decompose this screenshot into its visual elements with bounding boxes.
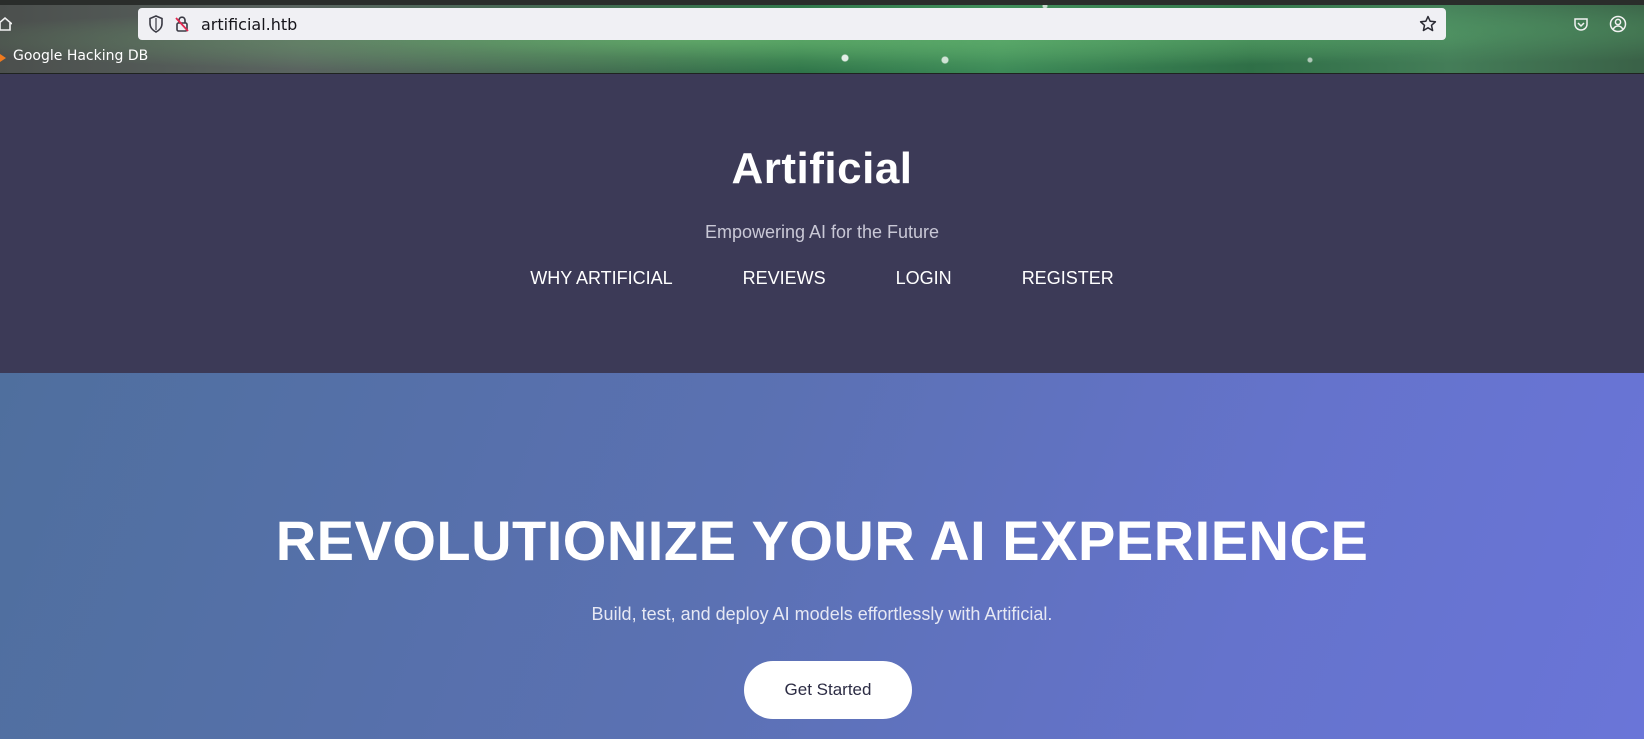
url-text[interactable]: artificial.htb: [201, 15, 297, 34]
pocket-icon[interactable]: [1570, 13, 1592, 35]
site-logo-text[interactable]: Artificial: [0, 144, 1644, 194]
nav-register[interactable]: REGISTER: [1022, 268, 1114, 289]
nav-login[interactable]: LOGIN: [896, 268, 952, 289]
site-header: Artificial Empowering AI for the Future …: [0, 74, 1644, 373]
account-icon[interactable]: [1607, 13, 1629, 35]
address-bar[interactable]: artificial.htb: [138, 8, 1446, 40]
hero-section: REVOLUTIONIZE YOUR AI EXPERIENCE Build, …: [0, 373, 1644, 739]
toolbar-top-border: [0, 0, 1644, 5]
main-nav: WHY ARTIFICIAL REVIEWS LOGIN REGISTER: [0, 268, 1644, 289]
flame-icon: [0, 49, 10, 63]
nav-why-artificial[interactable]: WHY ARTIFICIAL: [530, 268, 672, 289]
insecure-lock-icon[interactable]: [173, 15, 191, 33]
bookmark-google-hacking-db[interactable]: Google Hacking DB: [0, 48, 148, 64]
bookmark-label: Google Hacking DB: [13, 48, 149, 64]
hero-title: REVOLUTIONIZE YOUR AI EXPERIENCE: [275, 509, 1369, 572]
browser-toolbar: artificial.htb Google Hacking DB: [0, 0, 1644, 74]
home-icon[interactable]: [0, 13, 12, 35]
bookmark-star-icon[interactable]: [1418, 14, 1438, 34]
hero-subtitle: Build, test, and deploy AI models effort…: [591, 604, 1053, 624]
nav-reviews[interactable]: REVIEWS: [743, 268, 826, 289]
site-tagline: Empowering AI for the Future: [704, 222, 940, 242]
get-started-button[interactable]: Get Started: [744, 661, 912, 719]
shield-icon[interactable]: [147, 15, 165, 33]
